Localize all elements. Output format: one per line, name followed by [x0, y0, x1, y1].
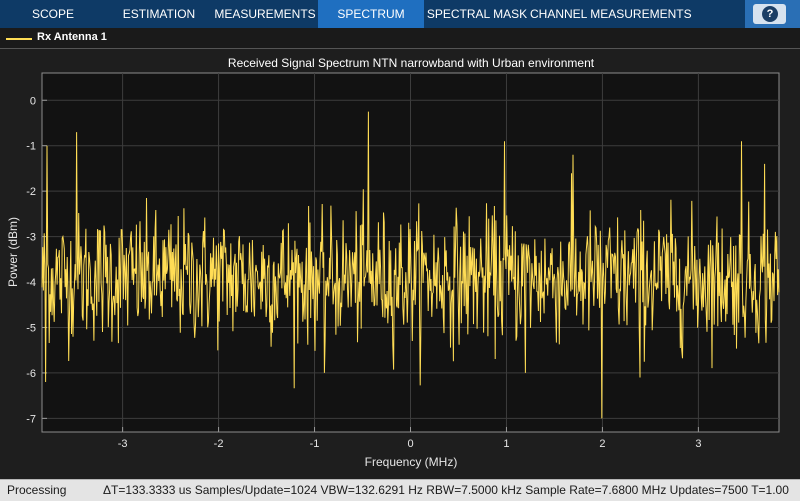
y-tick-label: 0 — [30, 95, 36, 107]
y-tick-label: -4 — [26, 277, 36, 289]
tab-channel-measurements[interactable]: CHANNEL MEASUREMENTS — [530, 0, 692, 28]
tab-spectral-mask[interactable]: SPECTRAL MASK — [424, 0, 530, 28]
x-tick-label: 2 — [599, 438, 605, 450]
y-tick-label: -3 — [26, 232, 36, 244]
status-state: Processing — [7, 483, 67, 497]
x-tick-label: -3 — [118, 438, 128, 450]
y-tick-label: -2 — [26, 186, 36, 198]
legend-label[interactable]: Rx Antenna 1 — [37, 31, 107, 43]
x-axis-label: Frequency (MHz) — [365, 455, 458, 469]
legend-swatch — [6, 38, 32, 40]
y-tick-label: -6 — [26, 368, 36, 380]
x-tick-label: -2 — [214, 438, 224, 450]
legend: Rx Antenna 1 — [0, 28, 800, 49]
x-tick-label: 0 — [407, 438, 413, 450]
y-tick-label: -1 — [26, 141, 36, 153]
help-area: ? — [745, 0, 800, 28]
tab-measurements[interactable]: MEASUREMENTS — [212, 0, 318, 28]
x-tick-label: 1 — [503, 438, 509, 450]
x-tick-label: -1 — [310, 438, 320, 450]
y-tick-label: -5 — [26, 322, 36, 334]
y-axis-label: Power (dBm) — [6, 217, 20, 287]
toolbar: SCOPE ESTIMATION MEASUREMENTS SPECTRUM S… — [0, 0, 800, 28]
spectrum-chart: Received Signal Spectrum NTN narrowband … — [0, 49, 800, 479]
chart-title: Received Signal Spectrum NTN narrowband … — [228, 56, 595, 70]
question-circle-icon: ? — [762, 6, 778, 22]
x-tick-label: 3 — [695, 438, 701, 450]
tab-spectrum[interactable]: SPECTRUM — [318, 0, 424, 28]
help-button[interactable]: ? — [753, 4, 786, 24]
tab-estimation[interactable]: ESTIMATION — [106, 0, 212, 28]
status-info: ΔT=133.3333 us Samples/Update=1024 VBW=1… — [103, 483, 789, 497]
status-bar: Processing ΔT=133.3333 us Samples/Update… — [0, 479, 800, 501]
tab-scope[interactable]: SCOPE — [0, 0, 106, 28]
y-tick-label: -7 — [26, 413, 36, 425]
